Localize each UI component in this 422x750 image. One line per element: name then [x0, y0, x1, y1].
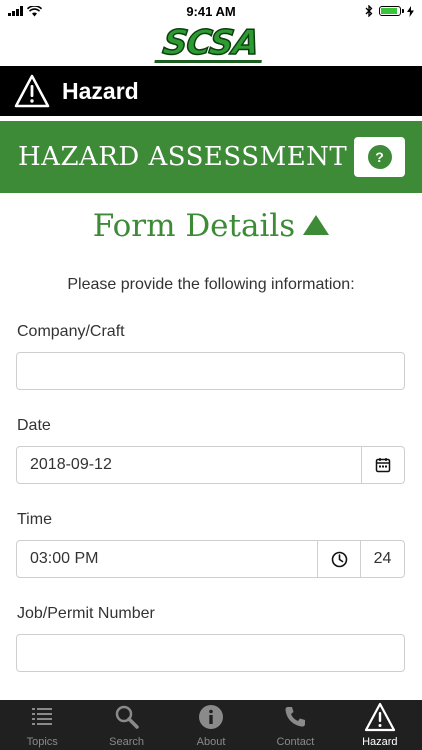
date-value: 2018-09-12: [30, 456, 112, 473]
tab-label: Search: [109, 736, 145, 748]
date-label: Date: [17, 417, 51, 434]
tab-label: About: [196, 736, 226, 748]
tab-topics[interactable]: Topics: [0, 700, 84, 750]
tab-label: Hazard: [362, 736, 398, 748]
status-right: [294, 5, 422, 17]
scsa-logo: SCSA: [154, 22, 268, 63]
tab-about[interactable]: About: [169, 700, 253, 750]
form-details-toggle[interactable]: Form Details: [0, 208, 422, 244]
tab-bar: Topics Search About Contact Hazard: [0, 700, 422, 750]
wifi-icon: [27, 5, 42, 16]
clock-icon: [331, 551, 347, 567]
status-left: [0, 5, 128, 17]
time-format-toggle[interactable]: 24: [360, 541, 404, 577]
section-banner: HAZARD ASSESSMENT ?: [0, 121, 422, 193]
battery-icon: [379, 6, 404, 16]
help-button[interactable]: ?: [354, 137, 405, 177]
tab-label: Contact: [276, 736, 315, 748]
status-time: 9:41 AM: [186, 3, 236, 19]
logo-bar: SCSA: [0, 22, 422, 66]
job-permit-field[interactable]: [16, 634, 405, 672]
status-bar: 9:41 AM: [0, 0, 422, 22]
page-title: Hazard: [62, 77, 139, 104]
calendar-icon: [375, 458, 391, 473]
bluetooth-icon: [365, 5, 373, 17]
info-icon: [199, 705, 224, 729]
company-label: Company/Craft: [17, 323, 125, 340]
company-field[interactable]: [16, 352, 405, 390]
tab-hazard[interactable]: Hazard: [338, 700, 422, 750]
collapse-triangle-icon: [303, 214, 330, 235]
help-icon: ?: [367, 145, 392, 169]
form-title: Form Details: [92, 208, 296, 244]
time-value: 03:00 PM: [30, 550, 99, 567]
time-label: Time: [17, 511, 52, 528]
calendar-button[interactable]: [361, 447, 404, 483]
section-title: HAZARD ASSESSMENT: [18, 142, 348, 172]
page-header: Hazard: [0, 66, 422, 116]
time-format-label: 24: [373, 550, 392, 567]
phone-icon: [285, 707, 306, 727]
list-icon: [32, 708, 53, 725]
warning-icon: [14, 74, 50, 108]
signal-icon: [8, 6, 23, 16]
time-field[interactable]: 03:00 PM 24: [16, 540, 405, 578]
clock-button[interactable]: [317, 541, 360, 577]
warning-icon: [364, 702, 395, 732]
form-instructions: Please provide the following information…: [67, 276, 355, 293]
tab-search[interactable]: Search: [84, 700, 168, 750]
charging-icon: [407, 5, 414, 17]
job-label: Job/Permit Number: [17, 605, 155, 622]
tab-label: Topics: [26, 736, 58, 748]
date-field[interactable]: 2018-09-12: [16, 446, 405, 484]
search-icon: [115, 705, 139, 729]
tab-contact[interactable]: Contact: [253, 700, 337, 750]
